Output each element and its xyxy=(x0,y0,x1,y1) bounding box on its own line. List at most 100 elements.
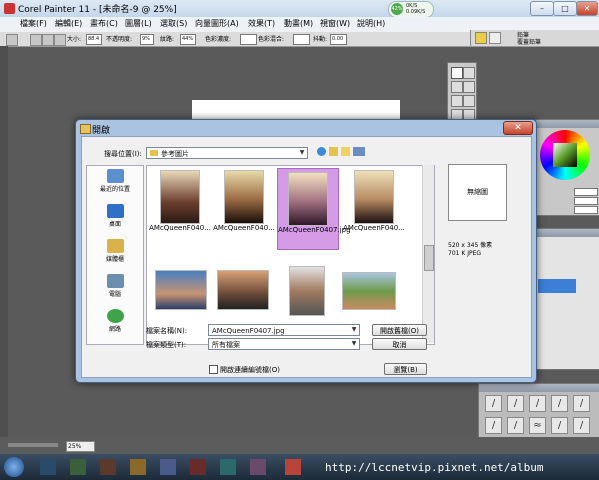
taskbar-app-icon[interactable] xyxy=(40,459,56,475)
brush-icon[interactable]: / xyxy=(551,417,568,434)
brush-tool-icon[interactable] xyxy=(6,34,18,46)
opacity-label: 不透明度: xyxy=(106,36,133,43)
file-thumbnail xyxy=(288,172,328,226)
up-folder-icon[interactable] xyxy=(329,147,338,156)
crop-tool-icon[interactable] xyxy=(451,95,463,107)
open-button[interactable]: 開啟舊檔(O) xyxy=(372,324,427,336)
view-menu-icon[interactable] xyxy=(353,147,365,156)
menu-file[interactable]: 檔案(F) xyxy=(20,18,47,29)
zoom-field[interactable]: 25% xyxy=(66,441,95,452)
maximize-button[interactable]: □ xyxy=(553,1,577,16)
file-item-selected[interactable]: AMcQueenF0407.jpg xyxy=(277,168,351,250)
zoom-slider[interactable] xyxy=(8,443,58,447)
place-computer[interactable]: 電腦 xyxy=(87,274,143,298)
place-network-label: 網路 xyxy=(108,326,121,333)
brush-icon[interactable]: / xyxy=(507,417,524,434)
color-panel xyxy=(535,119,599,216)
jitter-field[interactable]: 0.00 xyxy=(330,34,347,45)
status-bar: 25% xyxy=(0,437,599,454)
minimize-button[interactable]: – xyxy=(530,1,554,16)
place-recent[interactable]: 最近的位置 xyxy=(87,169,143,193)
network-meter: 42% 0K/S 0.09K/S xyxy=(388,1,434,18)
layers-panel-header xyxy=(536,229,599,237)
lasso-tool-icon[interactable] xyxy=(463,81,475,93)
filetype-dropdown[interactable]: 所有檔案 ▼ xyxy=(208,338,360,350)
brush-icon[interactable]: ≈ xyxy=(529,417,546,434)
file-name: AMcQueenF0407.jpg xyxy=(278,226,351,234)
place-network[interactable]: 網路 xyxy=(87,309,143,333)
dropper-tool-icon[interactable] xyxy=(463,67,475,79)
grain-field[interactable]: 44% xyxy=(180,34,196,45)
menu-effects[interactable]: 效果(T) xyxy=(248,18,275,29)
dialog-close-button[interactable]: ✕ xyxy=(503,121,533,135)
file-item[interactable]: AMcQueenF040... xyxy=(343,170,405,242)
reset-tool-icon[interactable] xyxy=(30,34,42,46)
bleed-label: 色彩混合: xyxy=(258,36,285,43)
variant-icon xyxy=(489,32,501,44)
start-button[interactable] xyxy=(4,457,24,477)
opacity-field[interactable]: 9% xyxy=(140,34,154,45)
brush-icon[interactable]: / xyxy=(573,395,590,412)
sequence-checkbox-label: 開啟連續編號檔(O) xyxy=(220,366,280,374)
resat-field[interactable] xyxy=(240,34,257,45)
brush-tool-icon[interactable] xyxy=(451,67,463,79)
stroke-type-icon[interactable] xyxy=(54,34,66,46)
desktop-icon xyxy=(106,204,124,218)
brush-icon[interactable]: / xyxy=(529,395,546,412)
menu-select[interactable]: 選取(S) xyxy=(160,18,187,29)
lookin-dropdown[interactable]: 參考圖片 ▼ xyxy=(146,147,308,159)
taskbar-app-icon[interactable] xyxy=(250,459,266,475)
browse-button[interactable]: 瀏覽(B) xyxy=(384,363,427,375)
taskbar-app-icon[interactable] xyxy=(70,459,86,475)
close-button[interactable]: ✕ xyxy=(576,1,598,16)
menu-window[interactable]: 視窗(W) xyxy=(320,18,350,29)
color-value-r[interactable] xyxy=(574,188,598,196)
place-desktop[interactable]: 桌面 xyxy=(87,204,143,228)
pencil-icon xyxy=(475,32,487,44)
scrollbar-thumb[interactable] xyxy=(424,245,434,271)
selected-layer[interactable] xyxy=(538,279,576,293)
brush-icon[interactable]: / xyxy=(485,395,502,412)
taskbar-app-icon[interactable] xyxy=(100,459,116,475)
size-field[interactable]: 88.4 xyxy=(86,34,102,45)
file-thumbnail xyxy=(289,266,325,316)
file-item[interactable]: AMcQueenF040... xyxy=(149,170,211,242)
cancel-button[interactable]: 取消 xyxy=(372,338,427,350)
color-value-g[interactable] xyxy=(574,197,598,205)
place-libraries[interactable]: 媒體櫃 xyxy=(87,239,143,263)
taskbar-app-icon[interactable] xyxy=(130,459,146,475)
menu-canvas[interactable]: 畫布(C) xyxy=(90,18,118,29)
brush-icon[interactable]: / xyxy=(507,395,524,412)
brush-selector[interactable]: 鉛筆 覆蓋鉛筆 xyxy=(470,30,599,46)
file-list-scrollbar[interactable] xyxy=(422,165,434,343)
brush-icon[interactable]: / xyxy=(573,417,590,434)
dialog-title: 開啟 xyxy=(92,126,111,136)
taskbar-app-icon[interactable] xyxy=(220,459,236,475)
color-triangle[interactable] xyxy=(553,143,577,167)
menu-help[interactable]: 說明(H) xyxy=(357,18,385,29)
dab-type-icon[interactable] xyxy=(42,34,54,46)
selection-tool-icon[interactable] xyxy=(451,81,463,93)
sequence-checkbox[interactable] xyxy=(209,365,218,374)
menu-edit[interactable]: 編輯(E) xyxy=(55,18,82,29)
bleed-field[interactable] xyxy=(293,34,310,45)
taskbar-app-icon[interactable] xyxy=(285,459,301,475)
menu-movie[interactable]: 動畫(M) xyxy=(284,18,313,29)
libraries-icon xyxy=(106,239,124,253)
title-bar: Corel Painter 11 - [未命名-9 @ 25%] 42% 0K/… xyxy=(0,0,599,18)
filename-input[interactable]: AMcQueenF0407.jpg ▼ xyxy=(208,324,360,336)
chevron-down-icon: ▼ xyxy=(299,149,305,156)
new-folder-icon[interactable] xyxy=(341,147,350,156)
back-icon[interactable] xyxy=(317,147,326,156)
taskbar-app-icon[interactable] xyxy=(160,459,176,475)
window-title: Corel Painter 11 - [未命名-9 @ 25%] xyxy=(18,5,177,15)
taskbar-app-icon[interactable] xyxy=(190,459,206,475)
color-value-b[interactable] xyxy=(574,206,598,214)
resat-label: 色彩濃度: xyxy=(205,36,232,43)
brush-icon[interactable]: / xyxy=(551,395,568,412)
transform-tool-icon[interactable] xyxy=(463,95,475,107)
file-item[interactable]: AMcQueenF040... xyxy=(213,170,275,242)
brush-icon[interactable]: / xyxy=(485,417,502,434)
menu-layers[interactable]: 圖層(L) xyxy=(125,18,152,29)
menu-shapes[interactable]: 向量圖形(A) xyxy=(195,18,239,29)
